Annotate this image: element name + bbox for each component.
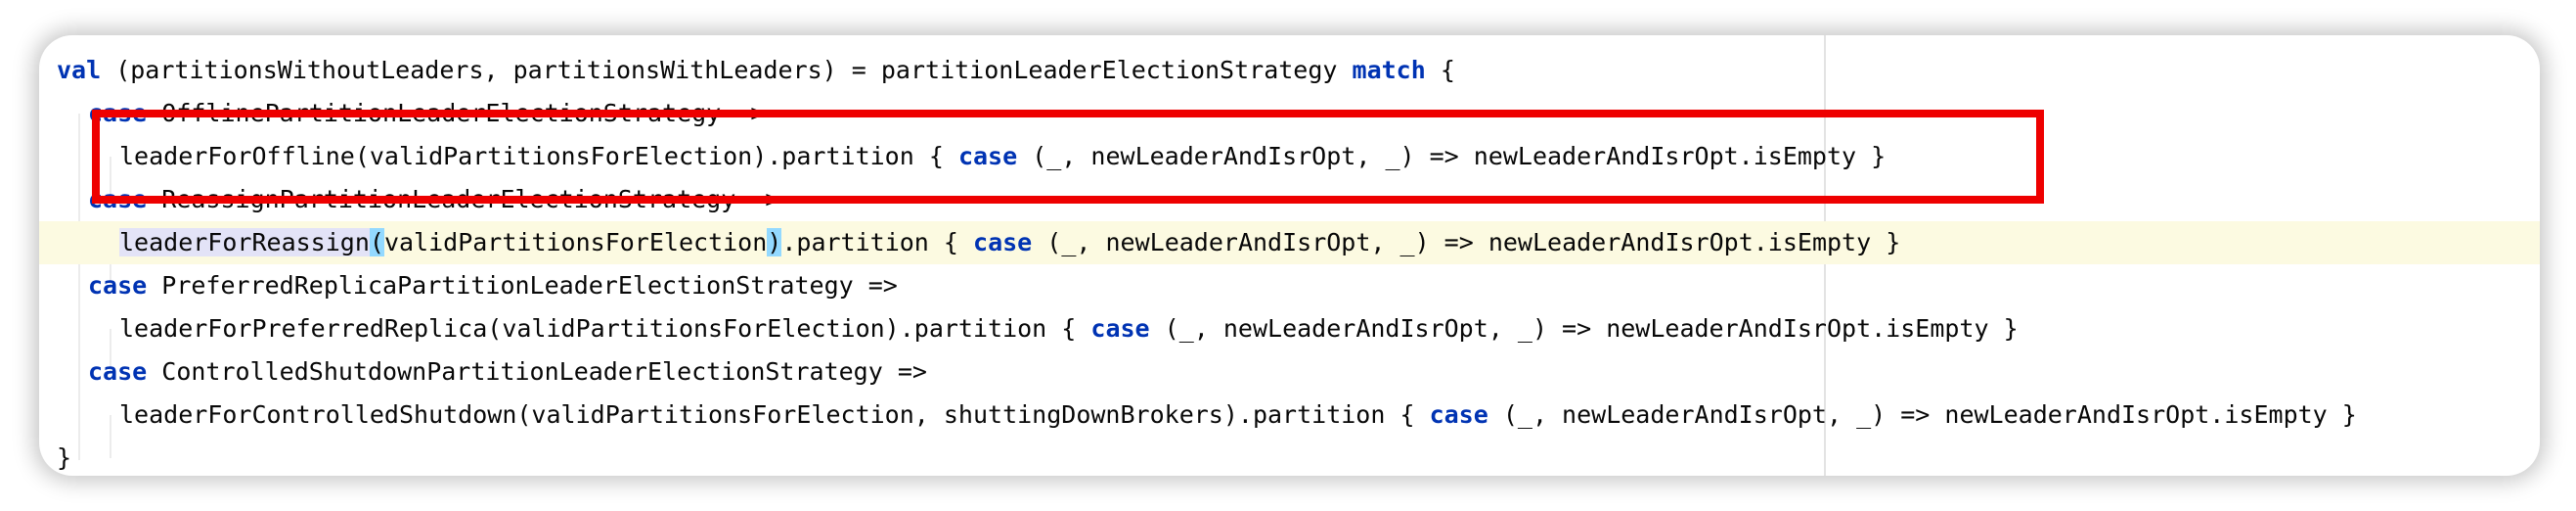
- current-code-line[interactable]: leaderForReassign(validPartitionsForElec…: [39, 221, 2540, 264]
- matched-paren-token: (: [369, 228, 384, 256]
- code-line[interactable]: leaderForControlledShutdown(validPartiti…: [39, 394, 2540, 437]
- screenshot-stage: val (partitionsWithoutLeaders, partition…: [0, 0, 2576, 511]
- keyword-token: case: [88, 185, 148, 213]
- code-token: validPartitionsForElection: [383, 228, 768, 256]
- code-token: PreferredReplicaPartitionLeaderElectionS…: [147, 271, 898, 300]
- code-line[interactable]: case OfflinePartitionLeaderElectionStrat…: [39, 92, 2540, 135]
- code-text: case ReassignPartitionLeaderElectionStra…: [88, 178, 779, 221]
- code-text: val (partitionsWithoutLeaders, partition…: [57, 49, 1455, 92]
- code-editor[interactable]: val (partitionsWithoutLeaders, partition…: [39, 35, 2540, 476]
- code-token: }: [57, 443, 72, 472]
- matched-paren-token: ): [767, 228, 782, 256]
- identifier-token: leaderForReassign: [119, 228, 370, 256]
- keyword-token: case: [1090, 314, 1150, 343]
- code-token: (_, newLeaderAndIsrOpt, _) => newLeaderA…: [1488, 400, 2357, 429]
- keyword-token: val: [57, 56, 102, 84]
- code-line[interactable]: case ControlledShutdownPartitionLeaderEl…: [39, 350, 2540, 394]
- keyword-token: case: [88, 99, 148, 127]
- keyword-token: case: [1429, 400, 1488, 429]
- code-token: {: [1425, 56, 1455, 84]
- code-line[interactable]: case PreferredReplicaPartitionLeaderElec…: [39, 264, 2540, 307]
- keyword-token: case: [88, 271, 148, 300]
- code-text: leaderForReassign(validPartitionsForElec…: [119, 221, 1900, 264]
- code-token: .partition {: [781, 228, 974, 256]
- code-token: ReassignPartitionLeaderElectionStrategy …: [147, 185, 780, 213]
- code-line[interactable]: case ReassignPartitionLeaderElectionStra…: [39, 178, 2540, 221]
- code-line[interactable]: leaderForOffline(validPartitionsForElect…: [39, 135, 2540, 178]
- code-text: case PreferredReplicaPartitionLeaderElec…: [88, 264, 898, 307]
- code-text: }: [57, 437, 71, 476]
- code-text: leaderForPreferredReplica(validPartition…: [119, 307, 2019, 350]
- keyword-token: case: [957, 142, 1018, 170]
- keyword-token: match: [1352, 56, 1426, 84]
- code-line[interactable]: leaderForPreferredReplica(validPartition…: [39, 307, 2540, 350]
- code-token: (_, newLeaderAndIsrOpt, _) => newLeaderA…: [1149, 314, 2019, 343]
- code-token: ControlledShutdownPartitionLeaderElectio…: [147, 357, 927, 386]
- keyword-token: case: [88, 357, 148, 386]
- code-text: leaderForOffline(validPartitionsForElect…: [119, 135, 1886, 178]
- code-token: leaderForPreferredReplica(validPartition…: [119, 314, 1091, 343]
- code-text: leaderForControlledShutdown(validPartiti…: [119, 394, 2357, 437]
- code-line[interactable]: }: [39, 437, 2540, 476]
- code-token: leaderForOffline(validPartitionsForElect…: [119, 142, 958, 170]
- code-text: case OfflinePartitionLeaderElectionStrat…: [88, 92, 765, 135]
- code-token: OfflinePartitionLeaderElectionStrategy =…: [147, 99, 766, 127]
- code-token: leaderForControlledShutdown(validPartiti…: [119, 400, 1430, 429]
- code-token: (_, newLeaderAndIsrOpt, _) => newLeaderA…: [1032, 228, 1901, 256]
- keyword-token: case: [973, 228, 1033, 256]
- code-text: case ControlledShutdownPartitionLeaderEl…: [88, 350, 927, 394]
- code-token: (_, newLeaderAndIsrOpt, _) => newLeaderA…: [1017, 142, 1887, 170]
- code-token: (partitionsWithoutLeaders, partitionsWit…: [101, 56, 1353, 84]
- code-line[interactable]: val (partitionsWithoutLeaders, partition…: [39, 49, 2540, 92]
